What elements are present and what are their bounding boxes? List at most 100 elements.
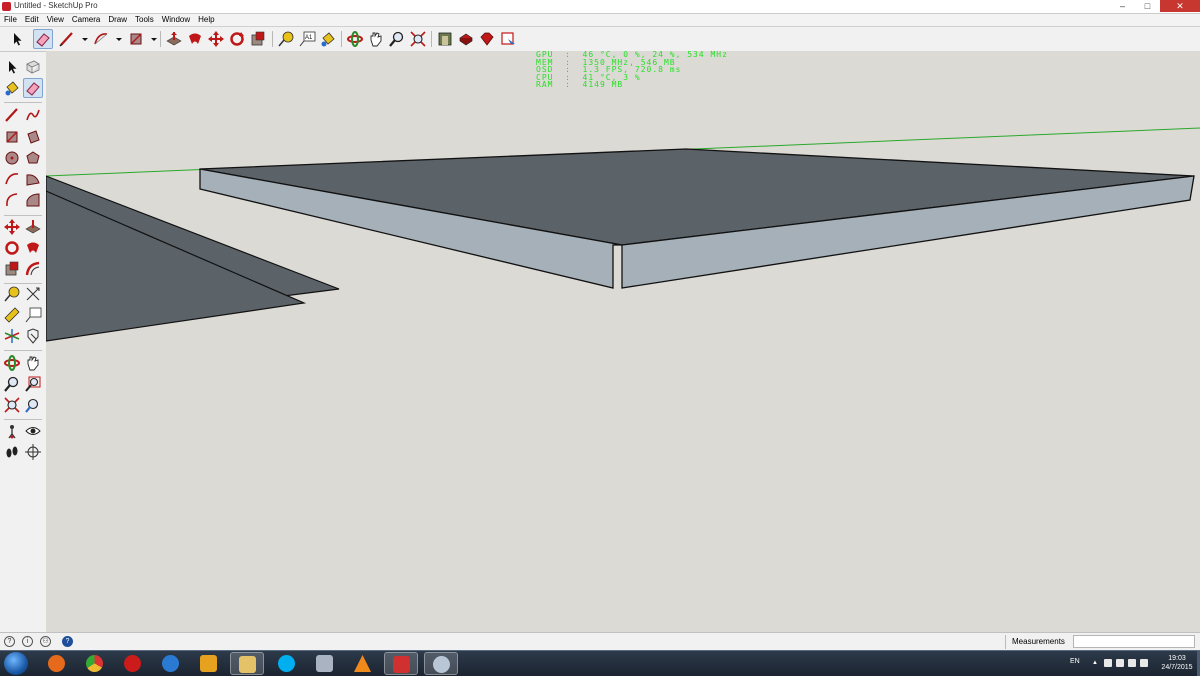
volume-icon[interactable] bbox=[1128, 659, 1136, 667]
flag-icon[interactable] bbox=[1104, 659, 1112, 667]
credits-icon[interactable]: i bbox=[22, 636, 33, 647]
taskbar-sketchup[interactable] bbox=[384, 652, 418, 675]
paint-bucket-tool-button[interactable] bbox=[3, 79, 21, 97]
previous-view-button[interactable] bbox=[24, 396, 42, 414]
rectangle-tool-button[interactable] bbox=[127, 30, 145, 48]
language-indicator[interactable]: EN bbox=[1070, 658, 1080, 665]
zoom-tool-button[interactable] bbox=[388, 30, 406, 48]
rotate-tool-button[interactable] bbox=[228, 30, 246, 48]
start-button[interactable] bbox=[4, 652, 28, 675]
show-hidden-icons[interactable]: ▲ bbox=[1092, 660, 1098, 666]
menu-view[interactable]: View bbox=[43, 14, 68, 26]
model-viewport[interactable]: GPU : 46 °C, 0 %, 24 %, 534 MHz MEM : 135… bbox=[46, 51, 1200, 632]
orbit-tool-button[interactable] bbox=[346, 30, 364, 48]
rectangle-tool-button[interactable] bbox=[3, 128, 21, 146]
axes-tool-button[interactable] bbox=[3, 327, 21, 345]
3d-text-tool-button[interactable] bbox=[24, 327, 42, 345]
taskbar-chrome[interactable] bbox=[78, 652, 112, 675]
eraser-tool-button[interactable] bbox=[33, 29, 53, 49]
line-dropdown-button[interactable] bbox=[76, 30, 88, 48]
paint-bucket-tool-button[interactable] bbox=[319, 30, 337, 48]
text-tool-button[interactable] bbox=[24, 306, 42, 324]
user-icon[interactable]: ⚇ bbox=[40, 636, 51, 647]
follow-me-tool-button[interactable] bbox=[186, 30, 204, 48]
2-point-arc-tool-button[interactable] bbox=[3, 191, 21, 209]
menu-edit[interactable]: Edit bbox=[21, 14, 43, 26]
text-tool-button[interactable]: A1 bbox=[298, 30, 316, 48]
geo-location-icon[interactable]: ? bbox=[4, 636, 15, 647]
3-point-arc-tool-button[interactable] bbox=[24, 191, 42, 209]
taskbar-clock[interactable]: 19:03 24/7/2015 bbox=[1158, 654, 1196, 672]
network-icon[interactable] bbox=[1116, 659, 1124, 667]
select-tool-button[interactable] bbox=[8, 30, 26, 48]
ruby-console-button[interactable] bbox=[478, 30, 496, 48]
zoom-window-tool-button[interactable] bbox=[24, 375, 42, 393]
arc-tool-button[interactable] bbox=[92, 30, 110, 48]
component-tool-button[interactable] bbox=[24, 58, 42, 76]
tape-measure-tool-button[interactable] bbox=[3, 285, 21, 303]
scale-tool-button[interactable] bbox=[249, 30, 267, 48]
push-pull-tool-button[interactable] bbox=[165, 30, 183, 48]
arc-tool-button[interactable] bbox=[3, 170, 21, 188]
extension-warehouse-button[interactable] bbox=[457, 30, 475, 48]
follow-me-tool-button[interactable] bbox=[24, 239, 42, 257]
rectangle-dropdown-button[interactable] bbox=[145, 30, 157, 48]
zoom-extents-tool-button[interactable] bbox=[3, 396, 21, 414]
minimize-button[interactable]: – bbox=[1110, 0, 1135, 12]
3d-warehouse-button[interactable] bbox=[436, 30, 454, 48]
taskbar-file-explorer[interactable] bbox=[230, 652, 264, 675]
menu-window[interactable]: Window bbox=[158, 14, 194, 26]
rotated-rectangle-tool-button[interactable] bbox=[24, 128, 42, 146]
move-tool-button[interactable] bbox=[3, 218, 21, 236]
offset-tool-button[interactable] bbox=[24, 260, 42, 278]
arc-dropdown-button[interactable] bbox=[110, 30, 122, 48]
pie-tool-button[interactable] bbox=[24, 170, 42, 188]
zoom-extents-tool-button[interactable] bbox=[409, 30, 427, 48]
dimension-tool-button[interactable] bbox=[24, 285, 42, 303]
walk-tool-button[interactable] bbox=[3, 443, 21, 461]
layout-button[interactable] bbox=[499, 30, 517, 48]
measurements-input[interactable] bbox=[1073, 635, 1195, 648]
zoom-tool-button[interactable] bbox=[3, 375, 21, 393]
power-icon[interactable] bbox=[1140, 659, 1148, 667]
taskbar-internet-explorer[interactable] bbox=[154, 652, 188, 675]
move-tool-button[interactable] bbox=[207, 30, 225, 48]
polygon-tool-button[interactable] bbox=[24, 149, 42, 167]
help-icon[interactable]: ? bbox=[62, 636, 73, 647]
eraser-tool-button[interactable] bbox=[23, 78, 43, 98]
line-tool-button[interactable] bbox=[3, 106, 21, 124]
pan-tool-button[interactable] bbox=[24, 354, 42, 372]
position-camera-tool-button[interactable] bbox=[3, 422, 21, 440]
protractor-tool-button[interactable] bbox=[3, 306, 21, 324]
scene-canvas[interactable] bbox=[46, 51, 1200, 632]
taskbar-media-player[interactable] bbox=[192, 652, 226, 675]
taskbar-vlc[interactable] bbox=[346, 652, 380, 675]
menu-draw[interactable]: Draw bbox=[104, 14, 131, 26]
menu-help[interactable]: Help bbox=[194, 14, 218, 26]
section-plane-tool-button[interactable] bbox=[24, 443, 42, 461]
menu-tools[interactable]: Tools bbox=[131, 14, 158, 26]
pan-tool-button[interactable] bbox=[367, 30, 385, 48]
taskbar-skype[interactable] bbox=[270, 652, 304, 675]
freehand-tool-button[interactable] bbox=[24, 106, 42, 124]
windows-taskbar: EN ▲ 19:03 24/7/2015 bbox=[0, 650, 1200, 676]
maximize-button[interactable]: □ bbox=[1135, 0, 1160, 12]
rotate-tool-button[interactable] bbox=[3, 239, 21, 257]
calculator-icon bbox=[316, 655, 333, 672]
circle-tool-button[interactable] bbox=[3, 149, 21, 167]
taskbar-paint[interactable] bbox=[424, 652, 458, 675]
menu-camera[interactable]: Camera bbox=[68, 14, 104, 26]
select-tool-button[interactable] bbox=[3, 58, 21, 76]
scale-tool-button[interactable] bbox=[3, 260, 21, 278]
line-tool-button[interactable] bbox=[58, 30, 76, 48]
orbit-tool-button[interactable] bbox=[3, 354, 21, 372]
taskbar-opera[interactable] bbox=[116, 652, 150, 675]
close-button[interactable]: ✕ bbox=[1160, 0, 1200, 12]
look-around-tool-button[interactable] bbox=[24, 422, 42, 440]
palette-separator bbox=[4, 102, 42, 103]
push-pull-tool-button[interactable] bbox=[24, 218, 42, 236]
taskbar-firefox[interactable] bbox=[40, 652, 74, 675]
taskbar-calculator[interactable] bbox=[308, 652, 342, 675]
tape-measure-tool-button[interactable] bbox=[277, 30, 295, 48]
menu-file[interactable]: File bbox=[0, 14, 21, 26]
